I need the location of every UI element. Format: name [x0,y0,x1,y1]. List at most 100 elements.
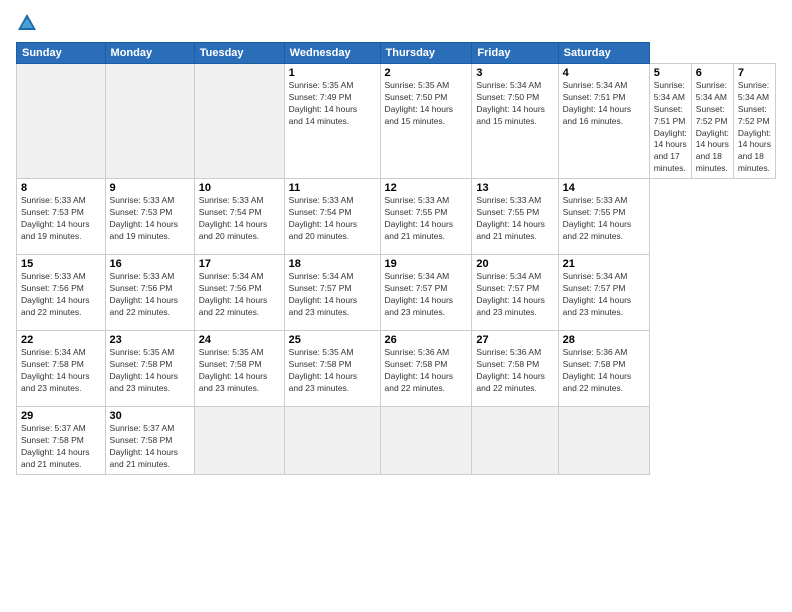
day-info: Sunrise: 5:33 AM Sunset: 7:55 PM Dayligh… [563,195,645,243]
day-info: Sunrise: 5:34 AM Sunset: 7:57 PM Dayligh… [476,271,553,319]
day-number: 30 [110,410,190,422]
day-cell-20: 20 Sunrise: 5:34 AM Sunset: 7:57 PM Dayl… [472,255,558,331]
day-number: 16 [110,258,190,270]
day-info: Sunrise: 5:34 AM Sunset: 7:57 PM Dayligh… [563,271,645,319]
day-cell-18: 18 Sunrise: 5:34 AM Sunset: 7:57 PM Dayl… [284,255,380,331]
day-number: 7 [738,67,771,79]
day-info: Sunrise: 5:35 AM Sunset: 7:58 PM Dayligh… [199,347,280,395]
day-number: 14 [563,182,645,194]
day-number: 22 [21,334,101,346]
day-number: 21 [563,258,645,270]
day-number: 12 [385,182,468,194]
logo [16,12,42,34]
day-info: Sunrise: 5:36 AM Sunset: 7:58 PM Dayligh… [476,347,553,395]
day-info: Sunrise: 5:34 AM Sunset: 7:50 PM Dayligh… [476,80,553,128]
day-number: 20 [476,258,553,270]
day-cell-16: 16 Sunrise: 5:33 AM Sunset: 7:56 PM Dayl… [105,255,194,331]
logo-icon [16,12,38,34]
day-info: Sunrise: 5:35 AM Sunset: 7:50 PM Dayligh… [385,80,468,128]
day-number: 25 [289,334,376,346]
day-number: 11 [289,182,376,194]
day-cell-27: 27 Sunrise: 5:36 AM Sunset: 7:58 PM Dayl… [472,331,558,407]
day-cell-3: 3 Sunrise: 5:34 AM Sunset: 7:50 PM Dayli… [472,64,558,179]
day-info: Sunrise: 5:33 AM Sunset: 7:53 PM Dayligh… [110,195,190,243]
col-header-sunday: Sunday [17,43,106,64]
day-cell-28: 28 Sunrise: 5:36 AM Sunset: 7:58 PM Dayl… [558,331,649,407]
day-cell-17: 17 Sunrise: 5:34 AM Sunset: 7:56 PM Dayl… [194,255,284,331]
day-info: Sunrise: 5:37 AM Sunset: 7:58 PM Dayligh… [110,423,190,471]
day-cell-29: 29 Sunrise: 5:37 AM Sunset: 7:58 PM Dayl… [17,407,106,475]
day-number: 23 [110,334,190,346]
day-cell-11: 11 Sunrise: 5:33 AM Sunset: 7:54 PM Dayl… [284,179,380,255]
day-number: 5 [654,67,687,79]
day-info: Sunrise: 5:36 AM Sunset: 7:58 PM Dayligh… [385,347,468,395]
empty-cell [380,407,472,475]
day-cell-12: 12 Sunrise: 5:33 AM Sunset: 7:55 PM Dayl… [380,179,472,255]
col-header-wednesday: Wednesday [284,43,380,64]
day-info: Sunrise: 5:33 AM Sunset: 7:54 PM Dayligh… [199,195,280,243]
day-info: Sunrise: 5:34 AM Sunset: 7:51 PM Dayligh… [563,80,645,128]
day-number: 18 [289,258,376,270]
day-number: 26 [385,334,468,346]
day-number: 27 [476,334,553,346]
day-info: Sunrise: 5:34 AM Sunset: 7:57 PM Dayligh… [385,271,468,319]
empty-cell [558,407,649,475]
day-info: Sunrise: 5:34 AM Sunset: 7:57 PM Dayligh… [289,271,376,319]
day-cell-6: 6 Sunrise: 5:34 AM Sunset: 7:52 PM Dayli… [691,64,733,179]
day-info: Sunrise: 5:34 AM Sunset: 7:52 PM Dayligh… [738,80,771,175]
day-number: 29 [21,410,101,422]
day-info: Sunrise: 5:33 AM Sunset: 7:56 PM Dayligh… [21,271,101,319]
day-cell-26: 26 Sunrise: 5:36 AM Sunset: 7:58 PM Dayl… [380,331,472,407]
day-number: 2 [385,67,468,79]
empty-cell [194,64,284,179]
col-header-thursday: Thursday [380,43,472,64]
col-header-saturday: Saturday [558,43,649,64]
header [16,12,776,34]
page: SundayMondayTuesdayWednesdayThursdayFrid… [0,0,792,612]
day-info: Sunrise: 5:33 AM Sunset: 7:54 PM Dayligh… [289,195,376,243]
day-number: 10 [199,182,280,194]
empty-cell [472,407,558,475]
day-cell-30: 30 Sunrise: 5:37 AM Sunset: 7:58 PM Dayl… [105,407,194,475]
day-number: 4 [563,67,645,79]
day-number: 17 [199,258,280,270]
day-cell-22: 22 Sunrise: 5:34 AM Sunset: 7:58 PM Dayl… [17,331,106,407]
day-cell-13: 13 Sunrise: 5:33 AM Sunset: 7:55 PM Dayl… [472,179,558,255]
day-info: Sunrise: 5:33 AM Sunset: 7:55 PM Dayligh… [476,195,553,243]
day-cell-9: 9 Sunrise: 5:33 AM Sunset: 7:53 PM Dayli… [105,179,194,255]
day-cell-25: 25 Sunrise: 5:35 AM Sunset: 7:58 PM Dayl… [284,331,380,407]
day-cell-5: 5 Sunrise: 5:34 AM Sunset: 7:51 PM Dayli… [649,64,691,179]
empty-cell [194,407,284,475]
day-cell-1: 1 Sunrise: 5:35 AM Sunset: 7:49 PM Dayli… [284,64,380,179]
day-cell-4: 4 Sunrise: 5:34 AM Sunset: 7:51 PM Dayli… [558,64,649,179]
day-cell-23: 23 Sunrise: 5:35 AM Sunset: 7:58 PM Dayl… [105,331,194,407]
day-cell-24: 24 Sunrise: 5:35 AM Sunset: 7:58 PM Dayl… [194,331,284,407]
day-cell-19: 19 Sunrise: 5:34 AM Sunset: 7:57 PM Dayl… [380,255,472,331]
empty-cell [284,407,380,475]
day-number: 1 [289,67,376,79]
day-number: 6 [696,67,729,79]
col-header-friday: Friday [472,43,558,64]
empty-cell [17,64,106,179]
day-info: Sunrise: 5:34 AM Sunset: 7:51 PM Dayligh… [654,80,687,175]
calendar-table: SundayMondayTuesdayWednesdayThursdayFrid… [16,42,776,475]
col-header-tuesday: Tuesday [194,43,284,64]
day-cell-8: 8 Sunrise: 5:33 AM Sunset: 7:53 PM Dayli… [17,179,106,255]
day-number: 24 [199,334,280,346]
day-cell-10: 10 Sunrise: 5:33 AM Sunset: 7:54 PM Dayl… [194,179,284,255]
day-number: 28 [563,334,645,346]
day-info: Sunrise: 5:33 AM Sunset: 7:56 PM Dayligh… [110,271,190,319]
day-cell-7: 7 Sunrise: 5:34 AM Sunset: 7:52 PM Dayli… [733,64,775,179]
day-info: Sunrise: 5:33 AM Sunset: 7:55 PM Dayligh… [385,195,468,243]
day-number: 13 [476,182,553,194]
day-cell-14: 14 Sunrise: 5:33 AM Sunset: 7:55 PM Dayl… [558,179,649,255]
day-info: Sunrise: 5:33 AM Sunset: 7:53 PM Dayligh… [21,195,101,243]
day-number: 3 [476,67,553,79]
day-number: 8 [21,182,101,194]
day-info: Sunrise: 5:34 AM Sunset: 7:56 PM Dayligh… [199,271,280,319]
empty-cell [105,64,194,179]
day-info: Sunrise: 5:36 AM Sunset: 7:58 PM Dayligh… [563,347,645,395]
day-info: Sunrise: 5:35 AM Sunset: 7:49 PM Dayligh… [289,80,376,128]
day-info: Sunrise: 5:34 AM Sunset: 7:52 PM Dayligh… [696,80,729,175]
day-info: Sunrise: 5:37 AM Sunset: 7:58 PM Dayligh… [21,423,101,471]
